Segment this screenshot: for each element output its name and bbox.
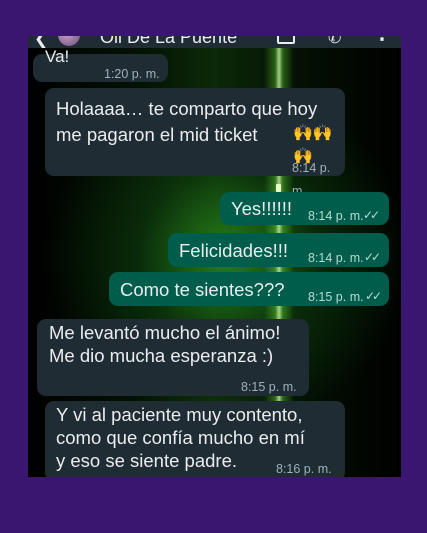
message-incoming[interactable]: Me levantó mucho el ánimo! Me dio mucha … xyxy=(37,319,309,396)
light-beam-dash xyxy=(276,184,281,192)
message-incoming[interactable]: Y vi al paciente muy contento, como que … xyxy=(45,401,345,477)
read-ticks-icon: ✓✓ xyxy=(364,250,381,264)
message-text: Yes!!!!!! xyxy=(231,198,293,219)
message-incoming[interactable]: Va! 1:20 p. m. xyxy=(33,47,168,82)
message-text: Va! xyxy=(45,47,70,66)
message-text: Felicidades!!! xyxy=(179,240,288,261)
message-text-line: como que confía mucho en mí xyxy=(56,427,305,448)
message-text-line: Me levantó mucho el ánimo! xyxy=(49,322,281,343)
message-incoming[interactable]: Holaaaa… te comparto que hoy me pagaron … xyxy=(45,88,345,198)
message-time: 8:16 p. m. xyxy=(276,462,332,476)
message-time: 8:14 p. m. xyxy=(308,251,364,265)
message-text-line: y eso se siente padre. xyxy=(56,450,237,471)
message-outgoing[interactable]: Yes!!!!!! 8:14 p. m. ✓✓ xyxy=(220,192,389,225)
chat-screenshot: ❮ Oli De La Puente ✆ ⋮ Va! 1:20 p. m. Ho… xyxy=(28,36,401,477)
chat-header: ❮ Oli De La Puente ✆ ⋮ xyxy=(28,36,401,48)
message-outgoing[interactable]: Como te sientes??? 8:15 p. m. ✓✓ xyxy=(109,272,389,306)
message-time: 1:20 p. m. xyxy=(104,67,160,81)
more-vert-icon[interactable]: ⋮ xyxy=(373,36,391,45)
message-text-line: me pagaron el mid ticket xyxy=(56,124,258,145)
contact-name[interactable]: Oli De La Puente xyxy=(100,36,237,48)
message-text-line: Y vi al paciente muy contento, xyxy=(56,404,303,425)
message-text: Como te sientes??? xyxy=(120,279,285,300)
message-outgoing[interactable]: Felicidades!!! 8:14 p. m. ✓✓ xyxy=(168,233,389,267)
read-ticks-icon: ✓✓ xyxy=(363,208,380,222)
message-text-line: Holaaaa… te comparto que hoy xyxy=(56,98,318,119)
phone-icon[interactable]: ✆ xyxy=(328,36,341,48)
read-ticks-icon: ✓✓ xyxy=(365,289,382,303)
message-time: 8:15 p. m. xyxy=(308,290,364,304)
video-call-icon[interactable] xyxy=(277,36,295,44)
message-time: 8:15 p. m. xyxy=(241,380,297,394)
message-text-line: Me dio mucha esperanza :) xyxy=(49,345,274,366)
message-time: 8:14 p. m. xyxy=(308,209,364,223)
